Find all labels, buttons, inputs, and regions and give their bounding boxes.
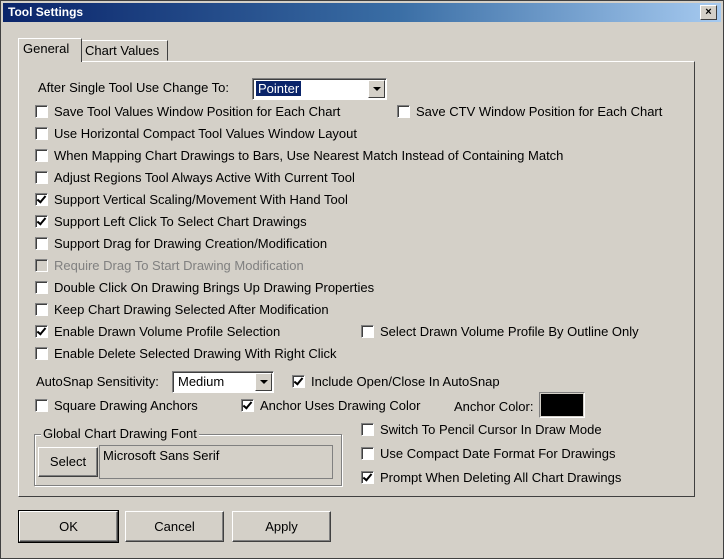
option-label: Select Drawn Volume Profile By Outline O… [380, 324, 639, 339]
tool-settings-dialog: Tool Settings × General Chart Values Aft… [0, 0, 724, 559]
window-title: Tool Settings [8, 5, 84, 19]
font-name-display: Microsoft Sans Serif [99, 445, 333, 479]
option-include-open-close[interactable]: Include Open/Close In AutoSnap [292, 374, 500, 389]
close-button[interactable]: × [700, 5, 717, 20]
option-require-drag: Require Drag To Start Drawing Modificati… [35, 258, 304, 273]
option-label: Square Drawing Anchors [54, 398, 198, 413]
checkbox[interactable] [35, 303, 48, 316]
select-font-button[interactable]: Select [38, 447, 98, 477]
autosnap-value: Medium [178, 374, 225, 389]
option-support-drag[interactable]: Support Drag for Drawing Creation/Modifi… [35, 236, 327, 251]
option-label: Use Horizontal Compact Tool Values Windo… [54, 126, 357, 141]
checkbox-checked[interactable] [292, 375, 305, 388]
tab-general-label: General [23, 41, 70, 56]
option-label: Keep Chart Drawing Selected After Modifi… [54, 302, 329, 317]
global-font-legend: Global Chart Drawing Font [41, 426, 199, 441]
option-delete-right-click[interactable]: Enable Delete Selected Drawing With Righ… [35, 346, 337, 361]
option-prompt-delete[interactable]: Prompt When Deleting All Chart Drawings [361, 470, 621, 485]
checkbox[interactable] [361, 447, 374, 460]
option-double-click-properties[interactable]: Double Click On Drawing Brings Up Drawin… [35, 280, 374, 295]
option-label: Support Vertical Scaling/Movement With H… [54, 192, 348, 207]
option-anchor-uses-color[interactable]: Anchor Uses Drawing Color [241, 398, 420, 413]
option-label: Adjust Regions Tool Always Active With C… [54, 170, 355, 185]
option-label: Enable Delete Selected Drawing With Righ… [54, 346, 337, 361]
option-label: Enable Drawn Volume Profile Selection [54, 324, 281, 339]
checkbox-disabled [35, 259, 48, 272]
checkbox[interactable] [35, 105, 48, 118]
anchor-color-fill [541, 394, 583, 416]
option-label: Save Tool Values Window Position for Eac… [54, 104, 341, 119]
checkbox[interactable] [361, 423, 374, 436]
checkbox[interactable] [35, 127, 48, 140]
checkbox[interactable] [397, 105, 410, 118]
checkbox[interactable] [35, 171, 48, 184]
checkbox-checked[interactable] [35, 325, 48, 338]
option-label: Save CTV Window Position for Each Chart [416, 104, 663, 119]
autosnap-select[interactable]: Medium [172, 371, 274, 393]
option-label: Include Open/Close In AutoSnap [311, 374, 500, 389]
tab-chart-values-label: Chart Values [85, 43, 160, 58]
option-volume-profile-outline[interactable]: Select Drawn Volume Profile By Outline O… [361, 324, 639, 339]
checkbox[interactable] [35, 149, 48, 162]
option-adjust-regions[interactable]: Adjust Regions Tool Always Active With C… [35, 170, 355, 185]
checkbox[interactable] [35, 347, 48, 360]
option-label: Use Compact Date Format For Drawings [380, 446, 616, 461]
option-label: Double Click On Drawing Brings Up Drawin… [54, 280, 375, 295]
cancel-button[interactable]: Cancel [125, 511, 224, 542]
title-bar: Tool Settings × [3, 3, 721, 22]
checkbox[interactable] [35, 281, 48, 294]
chevron-down-icon[interactable] [368, 80, 385, 98]
tab-general[interactable]: General [18, 38, 82, 62]
option-label: Prompt When Deleting All Chart Drawings [380, 470, 622, 485]
tab-chart-values[interactable]: Chart Values [80, 40, 168, 61]
option-keep-selected[interactable]: Keep Chart Drawing Selected After Modifi… [35, 302, 329, 317]
ok-button[interactable]: OK [18, 510, 119, 543]
after-single-tool-value: Pointer [256, 81, 302, 96]
checkbox-checked[interactable] [35, 215, 48, 228]
after-single-tool-select[interactable]: Pointer [252, 78, 387, 100]
option-horizontal-compact[interactable]: Use Horizontal Compact Tool Values Windo… [35, 126, 357, 141]
option-label: Switch To Pencil Cursor In Draw Mode [380, 422, 602, 437]
option-save-ctv-position[interactable]: Save CTV Window Position for Each Chart [397, 104, 662, 119]
option-save-tool-values-position[interactable]: Save Tool Values Window Position for Eac… [35, 104, 340, 119]
apply-button[interactable]: Apply [232, 511, 331, 542]
option-label: Require Drag To Start Drawing Modificati… [54, 258, 304, 273]
option-compact-date[interactable]: Use Compact Date Format For Drawings [361, 446, 616, 461]
autosnap-label: AutoSnap Sensitivity: [36, 374, 159, 389]
checkbox[interactable] [35, 399, 48, 412]
option-volume-profile-selection[interactable]: Enable Drawn Volume Profile Selection [35, 324, 280, 339]
anchor-color-label: Anchor Color: [454, 399, 534, 414]
option-left-click-select[interactable]: Support Left Click To Select Chart Drawi… [35, 214, 307, 229]
option-pencil-cursor[interactable]: Switch To Pencil Cursor In Draw Mode [361, 422, 602, 437]
checkbox[interactable] [35, 237, 48, 250]
checkbox-checked[interactable] [361, 471, 374, 484]
option-label: When Mapping Chart Drawings to Bars, Use… [54, 148, 564, 163]
option-label: Support Drag for Drawing Creation/Modifi… [54, 236, 328, 251]
checkbox[interactable] [361, 325, 374, 338]
option-label: Support Left Click To Select Chart Drawi… [54, 214, 307, 229]
after-single-tool-label: After Single Tool Use Change To: [38, 80, 230, 95]
chevron-down-icon[interactable] [255, 373, 272, 391]
option-square-anchors[interactable]: Square Drawing Anchors [35, 398, 198, 413]
option-vertical-scaling[interactable]: Support Vertical Scaling/Movement With H… [35, 192, 348, 207]
option-label: Anchor Uses Drawing Color [260, 398, 421, 413]
option-nearest-match[interactable]: When Mapping Chart Drawings to Bars, Use… [35, 148, 563, 163]
checkbox-checked[interactable] [35, 193, 48, 206]
checkbox-checked[interactable] [241, 399, 254, 412]
anchor-color-swatch[interactable] [539, 392, 585, 418]
